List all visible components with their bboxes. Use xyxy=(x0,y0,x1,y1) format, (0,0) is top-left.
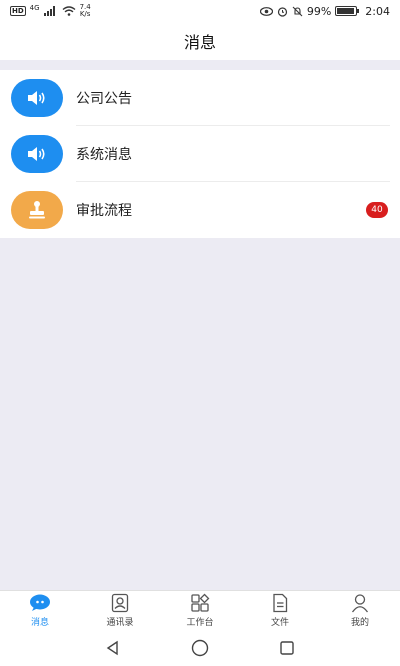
clock-time: 2:04 xyxy=(365,4,390,18)
bottom-tab-bar: 消息 通讯录 工作台 文件 我的 xyxy=(0,590,400,630)
speaker-icon xyxy=(11,135,63,173)
chat-bubble-icon xyxy=(29,593,51,613)
tab-mine[interactable]: 我的 xyxy=(320,591,400,630)
list-item-company-announcement[interactable]: 公司公告 xyxy=(0,70,400,126)
eye-icon xyxy=(259,6,273,16)
back-button[interactable] xyxy=(103,638,123,658)
mute-icon xyxy=(292,6,303,16)
list-item-label: 公司公告 xyxy=(76,91,132,107)
battery-percent: 99% xyxy=(306,4,332,18)
person-icon xyxy=(349,593,371,613)
wifi-icon xyxy=(62,6,76,16)
contacts-icon xyxy=(109,593,131,613)
file-icon xyxy=(269,593,291,613)
section-gap xyxy=(0,60,400,70)
page-title: 消息 xyxy=(183,33,216,52)
tab-contacts[interactable]: 通讯录 xyxy=(80,591,160,630)
list-item-system-message[interactable]: 系统消息 xyxy=(0,126,400,182)
home-circle-icon xyxy=(191,639,209,657)
status-bar: HD 4G 7.4 K/s 99% 2:04 xyxy=(0,0,400,22)
network-unit: K/s xyxy=(79,10,91,18)
status-right: 99% 2:04 xyxy=(259,4,390,18)
tab-messages[interactable]: 消息 xyxy=(0,591,80,630)
back-triangle-icon xyxy=(107,640,119,656)
page-header: 消息 xyxy=(0,22,400,60)
tab-label: 消息 xyxy=(30,618,49,628)
system-nav-bar xyxy=(0,630,400,666)
network-speed: 7.4 K/s xyxy=(80,4,91,18)
list-item-approval-flow[interactable]: 审批流程 40 xyxy=(0,182,400,238)
signal-icon: 4G xyxy=(29,4,40,12)
battery-icon xyxy=(335,6,360,16)
hd-indicator: HD xyxy=(10,6,26,16)
tab-label: 我的 xyxy=(350,618,369,628)
tab-label: 文件 xyxy=(270,618,289,628)
alarm-icon xyxy=(277,6,287,17)
tab-label: 工作台 xyxy=(186,618,214,628)
message-list: 公司公告 系统消息 审批流程 40 xyxy=(0,70,400,238)
tab-label: 通讯录 xyxy=(106,618,134,628)
tab-workbench[interactable]: 工作台 xyxy=(160,591,240,630)
home-button[interactable] xyxy=(190,638,210,658)
tab-files[interactable]: 文件 xyxy=(240,591,320,630)
recents-button[interactable] xyxy=(277,638,297,658)
recents-square-icon xyxy=(279,641,294,655)
list-item-label: 系统消息 xyxy=(76,147,132,163)
workbench-icon xyxy=(189,593,211,613)
speaker-icon xyxy=(11,79,63,117)
stamp-icon xyxy=(11,191,63,229)
signal-bars-icon xyxy=(43,6,55,16)
unread-count-badge: 40 xyxy=(366,202,388,218)
list-item-label: 审批流程 xyxy=(76,203,132,219)
status-left: HD 4G 7.4 K/s xyxy=(10,4,91,18)
